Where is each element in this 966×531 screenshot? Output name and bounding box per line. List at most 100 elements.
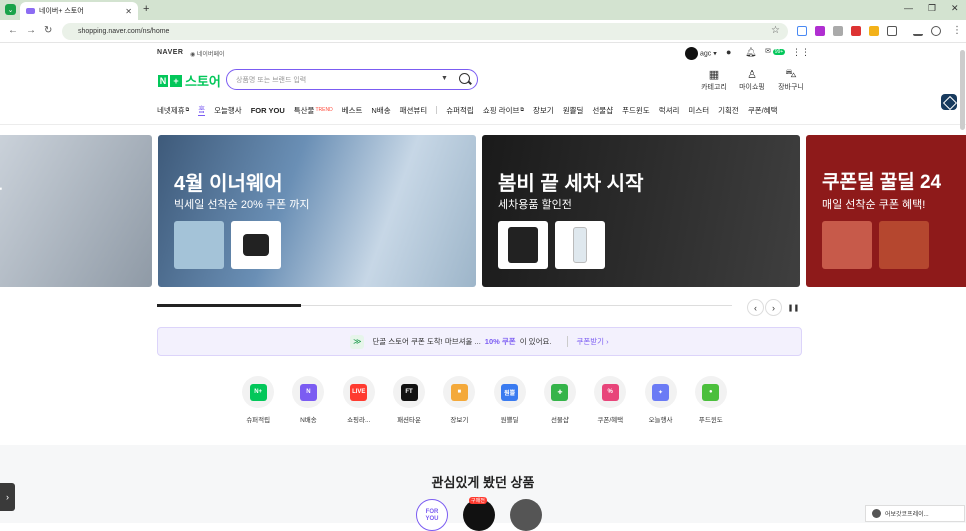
nav-item[interactable]: 기획전 [718, 105, 739, 116]
recent-item-thumb[interactable]: 구매전 [463, 497, 495, 531]
nav-item[interactable]: 패션뷰티 [400, 105, 428, 116]
category-shortcut-circle: ✚ [543, 376, 576, 408]
tab-search-icon[interactable]: ⌄ [5, 4, 16, 15]
nav-item[interactable]: 쿠폰/혜택 [748, 105, 778, 116]
category-shortcut[interactable]: ✦ 오늘행사 [635, 376, 685, 424]
notice-highlight: 10% 쿠폰 [484, 337, 516, 346]
forward-icon[interactable]: → [26, 25, 36, 36]
profile-icon[interactable] [931, 26, 941, 36]
side-expand-icon[interactable]: › [0, 483, 15, 511]
food-window-icon: ● [702, 383, 720, 401]
nav-item[interactable]: 네넷제휴 [157, 105, 185, 116]
apps-grid-icon[interactable]: ⋮⋮ [792, 47, 810, 58]
nav-item[interactable]: 선물샵 [592, 105, 613, 116]
nav-item[interactable]: 원쁠딜 [563, 105, 584, 116]
coupon-icon: % [601, 383, 619, 401]
nav-item[interactable]: FOR YOU [251, 106, 285, 115]
download-icon[interactable] [913, 26, 923, 36]
extensions-icon[interactable] [887, 26, 897, 36]
scrollbar[interactable] [960, 50, 965, 130]
url-input[interactable]: shopping.naver.com/ns/home [62, 23, 788, 40]
carousel-prev-button[interactable]: ‹ [747, 299, 764, 316]
n-delivery-icon: N [299, 383, 317, 401]
category-label: N배송 [300, 417, 317, 424]
nav-item[interactable]: 쇼핑 라이브 [483, 105, 520, 116]
category-shortcut[interactable]: LIVE 쇼핑라... [334, 376, 384, 424]
toast-text: 어보갓코프레이... [885, 512, 929, 518]
naver-link[interactable]: NAVER [157, 49, 183, 56]
nav-item[interactable]: 푸드윈도 [622, 105, 650, 116]
talk-toast[interactable]: 어보갓코프레이... [865, 505, 965, 522]
nav-item[interactable]: 장보기 [533, 105, 554, 116]
carousel-pause-button[interactable]: ❚❚ [785, 299, 802, 316]
recent-item-thumb[interactable] [510, 499, 542, 531]
chevron-double-icon: ≫ [350, 334, 365, 349]
user-menu[interactable]: agc ▾ [685, 47, 717, 60]
coupon-get-link[interactable]: 쿠폰받기 › [567, 336, 609, 347]
store-logo[interactable]: N + 스토어 [158, 71, 221, 90]
banner-coupon[interactable]: 쿠폰딜 꿀딜 24 매일 선착순 쿠폰 혜택! [806, 135, 966, 287]
banner-title: 4월 이너웨어 [174, 173, 283, 195]
live-icon: LIVE [350, 383, 368, 401]
category-shortcut[interactable]: N N배송 [283, 376, 333, 424]
banner-title: 쿠폰딜 꿀딜 24 [822, 172, 942, 193]
coupon-notice[interactable]: ≫ 단골 스토어 쿠폰 도착! 마브셔울 ... 10% 쿠폰 이 있어요. 쿠… [157, 327, 802, 356]
banner-innerwear[interactable]: 4월 이너웨어 빅세일 선착순 20% 쿠폰 까지 [158, 135, 476, 287]
category-shortcut[interactable]: 원쁠 원쁠딜 [484, 376, 534, 424]
category-shortcut[interactable]: ■ 장보기 [434, 376, 484, 424]
npay-link[interactable]: ◉ 네이버페이 [190, 49, 225, 58]
category-shortcut[interactable]: N+ 슈퍼적립 [233, 376, 283, 424]
minimize-icon[interactable]: — [904, 3, 913, 13]
category-button[interactable]: ▦ 카테고리 [694, 68, 734, 92]
tab-close-icon[interactable]: ✕ [125, 7, 132, 16]
my-shopping-button[interactable]: ♙ 마이쇼핑 [732, 68, 772, 92]
nav-item[interactable]: N배송 [371, 105, 390, 116]
ext-color-icon[interactable] [869, 26, 879, 36]
category-shortcuts: N+ 슈퍼적립 N N배송 LIVE 쇼핑라... FT 패션타운 ■ 장보기 원쁠 원쁠딜 ✚ 선물샵%… [233, 376, 736, 424]
nav-item[interactable]: 미스터 [688, 105, 709, 116]
reload-icon[interactable]: ↻ [44, 25, 52, 36]
gmail-ext-icon[interactable] [797, 26, 807, 36]
nav-item[interactable]: 럭셔리 [659, 105, 680, 116]
tab-favicon-icon [26, 8, 35, 14]
back-icon[interactable]: ← [8, 25, 18, 36]
for-you-chip[interactable]: FOR YOU [416, 499, 448, 531]
category-label: 쿠폰/혜택 [597, 417, 624, 424]
search-icon[interactable] [459, 73, 470, 84]
mail-icon[interactable]: ✉ 99+ [765, 47, 786, 55]
floating-nav-icon[interactable] [941, 94, 957, 110]
grocery-icon: ■ [450, 383, 468, 401]
category-label: 슈퍼적립 [246, 417, 271, 424]
bookmark-star-icon[interactable]: ☆ [771, 25, 780, 36]
banner-0[interactable]: 크 [0, 135, 152, 287]
ext-purple-icon[interactable] [815, 26, 825, 36]
category-shortcut[interactable]: % 쿠폰/혜택 [585, 376, 635, 424]
carousel-next-button[interactable]: › [765, 299, 782, 316]
nav-item[interactable]: 슈퍼적립 [446, 105, 474, 116]
talk-icon[interactable]: ● [726, 47, 731, 57]
category-shortcut-circle: LIVE [342, 376, 375, 408]
category-shortcut-circle: ■ [443, 376, 476, 408]
banner-carwash[interactable]: 봄비 끝 세차 시작 세차용품 할인전 [482, 135, 800, 287]
nav-item[interactable]: 특산물 [294, 105, 315, 116]
nav-item[interactable]: 오늘행사 [214, 105, 242, 116]
menu-dots-icon[interactable]: ⋮ [952, 25, 962, 36]
category-shortcut[interactable]: ● 푸드윈도 [686, 376, 736, 424]
category-shortcut[interactable]: FT 패션타운 [384, 376, 434, 424]
category-shortcut[interactable]: ✚ 선물샵 [535, 376, 585, 424]
maximize-icon[interactable]: ❐ [928, 3, 936, 14]
cart-button[interactable]: ⛍ 장바구니 [771, 68, 811, 92]
bell-icon[interactable]: 🔔︎ [745, 47, 756, 58]
search-input[interactable]: 상품명 또는 브랜드 입력 ▼ [226, 69, 478, 90]
new-tab-icon[interactable]: + [143, 3, 149, 15]
nav-item[interactable]: 홈 [198, 104, 206, 116]
ext-camera-icon[interactable] [833, 26, 843, 36]
search-dropdown-icon[interactable]: ▼ [441, 75, 448, 82]
nav-item[interactable]: 베스트 [342, 105, 363, 116]
tab-title: 네이버+ 스토어 [39, 8, 84, 15]
header-divider [0, 124, 966, 125]
browser-tab[interactable]: 네이버+ 스토어 ✕ [20, 2, 138, 20]
close-window-icon[interactable]: ✕ [951, 3, 959, 14]
category-label: 장보기 [450, 417, 469, 424]
ext-red-icon[interactable] [851, 26, 861, 36]
